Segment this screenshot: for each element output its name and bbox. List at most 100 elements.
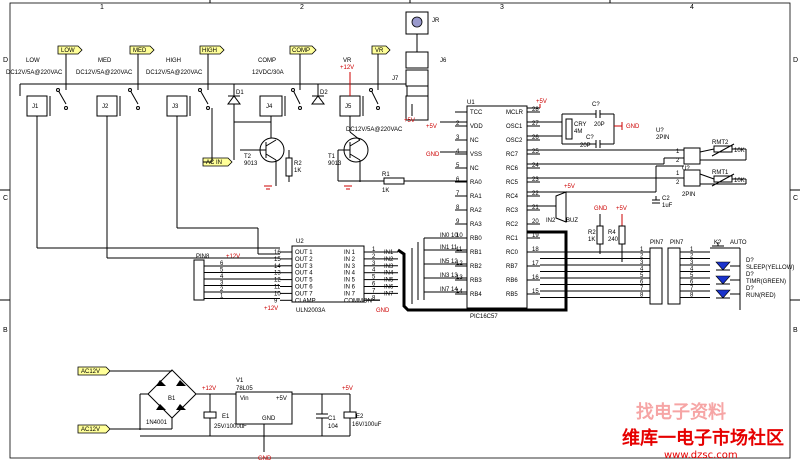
mcu-left-pin-name: RA2	[470, 208, 482, 214]
led-group: D?SLEEP(YELLOW)D?TIMR(GREEN)D?RUN(RED)	[715, 258, 794, 299]
row-label-c-right: C	[793, 195, 798, 202]
thermistor-u8-ref: U?	[682, 166, 690, 172]
cap-e1-ref: E1	[222, 414, 230, 420]
relay-j5-rating: DC12V/5A@220VAC	[346, 127, 403, 133]
relay-j1-ref: J1	[32, 104, 39, 110]
uln-out-num: 16	[274, 250, 281, 256]
relay-j5-supply: +12V	[340, 65, 354, 71]
col-label-4: 4	[690, 4, 694, 11]
relay-j4-name: COMP	[258, 58, 276, 64]
tag-vr-text: VR	[375, 48, 384, 54]
mcu-left-pin-name: RA3	[470, 222, 482, 228]
col-label-3: 3	[500, 4, 504, 11]
driver-u2-part: ULN2003A	[296, 308, 325, 314]
power-supply: B1 1N4001 +12V E1 25V/1000uF V1 78L05 Vi…	[110, 369, 382, 461]
uln-out-name: CLAMP	[295, 298, 316, 304]
pin8-ref: PIN8	[196, 254, 210, 260]
uln-out-name: OUT 6	[295, 285, 313, 291]
ps-5v: +5V	[342, 386, 353, 392]
uln-in-name: COMMON	[344, 298, 372, 304]
relay-j5-ref: J5	[345, 104, 352, 110]
led-ref: D?	[746, 286, 754, 292]
resistor-r2	[285, 157, 293, 177]
uln-out-name: OUT 5	[295, 278, 313, 284]
resistor-r1-ref: R1	[382, 172, 390, 178]
cap-e2-ref: E2	[356, 414, 364, 420]
ps-12v: +12V	[202, 386, 216, 392]
uln-in-name: IN 2	[344, 257, 356, 263]
relay-j1-rating: DC12V/5A@220VAC	[6, 70, 63, 76]
resistor-r1	[383, 177, 405, 185]
uln-in-name: IN 6	[344, 285, 356, 291]
uln-net-label: IN2	[384, 257, 394, 263]
uln-in-name: IN 5	[344, 278, 356, 284]
svg-text:1: 1	[676, 171, 680, 177]
cap-c2-value: 20P	[580, 143, 591, 149]
relay-j2-name: MED	[98, 58, 112, 64]
pin7-connector-a	[649, 247, 663, 305]
resistor-r2b-ref: R2	[588, 230, 596, 236]
r2b-gnd: GND	[594, 206, 608, 212]
cap-c1-ref: C?	[592, 102, 600, 108]
led-label: RUN(RED)	[746, 293, 776, 299]
regulator-vin: Vin	[240, 396, 249, 402]
oscillator: CRY 4M C? 20P C? 20P GND	[527, 102, 640, 149]
thermistor-u7-pins: 2PIN	[656, 135, 669, 141]
pin8-12v: +12V	[226, 254, 240, 260]
mcu-right-pin-name: RB7	[506, 264, 518, 270]
mcu-left-pin-name: NC	[470, 138, 479, 144]
switch-label: AUTO	[730, 240, 747, 246]
resistor-r4-ref: R4	[608, 230, 616, 236]
uln-in-name: IN 3	[344, 264, 356, 270]
pin7b-ref: PIN7	[670, 240, 684, 246]
uln-out-name: OUT 1	[295, 250, 313, 256]
led-ref: D?	[746, 258, 754, 264]
uln-net-label: IN3	[384, 264, 394, 270]
bridge-rectifier	[147, 369, 197, 419]
pin8-connector: PIN8 +12V 654321	[193, 254, 280, 301]
watermark-url: www.dzsc.com	[664, 450, 738, 461]
mcu-left-pin-name: RB2	[470, 264, 482, 270]
led-label: SLEEP(YELLOW)	[746, 265, 794, 271]
mcu-u1-ref: U1	[467, 100, 475, 106]
thermistor-u7-ref: U?	[656, 128, 664, 134]
mcu-right-pin-num: 16	[532, 275, 539, 281]
mcu-left-pin-name: RB1	[470, 250, 482, 256]
buzzer-ref: BUZ	[566, 218, 578, 224]
thermistor-rmt2-ref: RMT2	[712, 140, 729, 146]
cap-e1	[203, 411, 217, 419]
j7-5v: +5V	[404, 118, 415, 124]
relay-j4-ref: J4	[266, 104, 273, 110]
col-label-2: 2	[300, 4, 304, 11]
pin8-body	[193, 259, 205, 301]
uln-in-name: IN 1	[344, 250, 356, 256]
led-1-symbol	[715, 275, 731, 285]
mcu-left-pin-name: RA0	[470, 180, 482, 186]
connector-j6	[405, 51, 429, 69]
mcu-right-pin-name: RB6	[506, 278, 518, 284]
mcu-in2-label: IN2	[546, 218, 556, 224]
resistor-r2b-value: 1K	[588, 237, 595, 243]
uln-out-name: OUT 4	[295, 271, 313, 277]
uln-net-label: IN4	[384, 271, 394, 277]
relay-j3-rating: DC12V/5A@220VAC	[146, 70, 203, 76]
diode-d1	[227, 95, 241, 105]
connector-jr-ref: JR	[432, 18, 440, 24]
resistor-r1-value: 1K	[382, 188, 389, 194]
resistor-r2-ref: R2	[294, 161, 302, 167]
cap-e1-value: 25V/1000uF	[214, 424, 247, 430]
pin7-ref: PIN7	[650, 240, 664, 246]
pin8-rows: 654321	[204, 261, 280, 300]
uln-net-label: IN6	[384, 285, 394, 291]
watermark-line2: 维库一电子市场社区	[622, 427, 784, 449]
svg-text:2: 2	[676, 180, 680, 186]
transistor-t2-ref: T2	[244, 154, 252, 160]
thermistor-connector-u8	[683, 169, 701, 187]
cap-e2	[343, 411, 357, 419]
cap-c1-value: 20P	[594, 122, 605, 128]
row-label-d-right: D	[793, 57, 798, 64]
diode-d1-ref: D1	[236, 90, 244, 96]
thermistor-u8-pins: 2PIN	[682, 192, 695, 198]
mcu-u1: U1 PIC16C57 TCC2 VDD3 NC4 VSS5 NC6 RA07 RA18 RA…	[455, 100, 540, 320]
uln-out-name: OUT 7	[295, 291, 313, 297]
